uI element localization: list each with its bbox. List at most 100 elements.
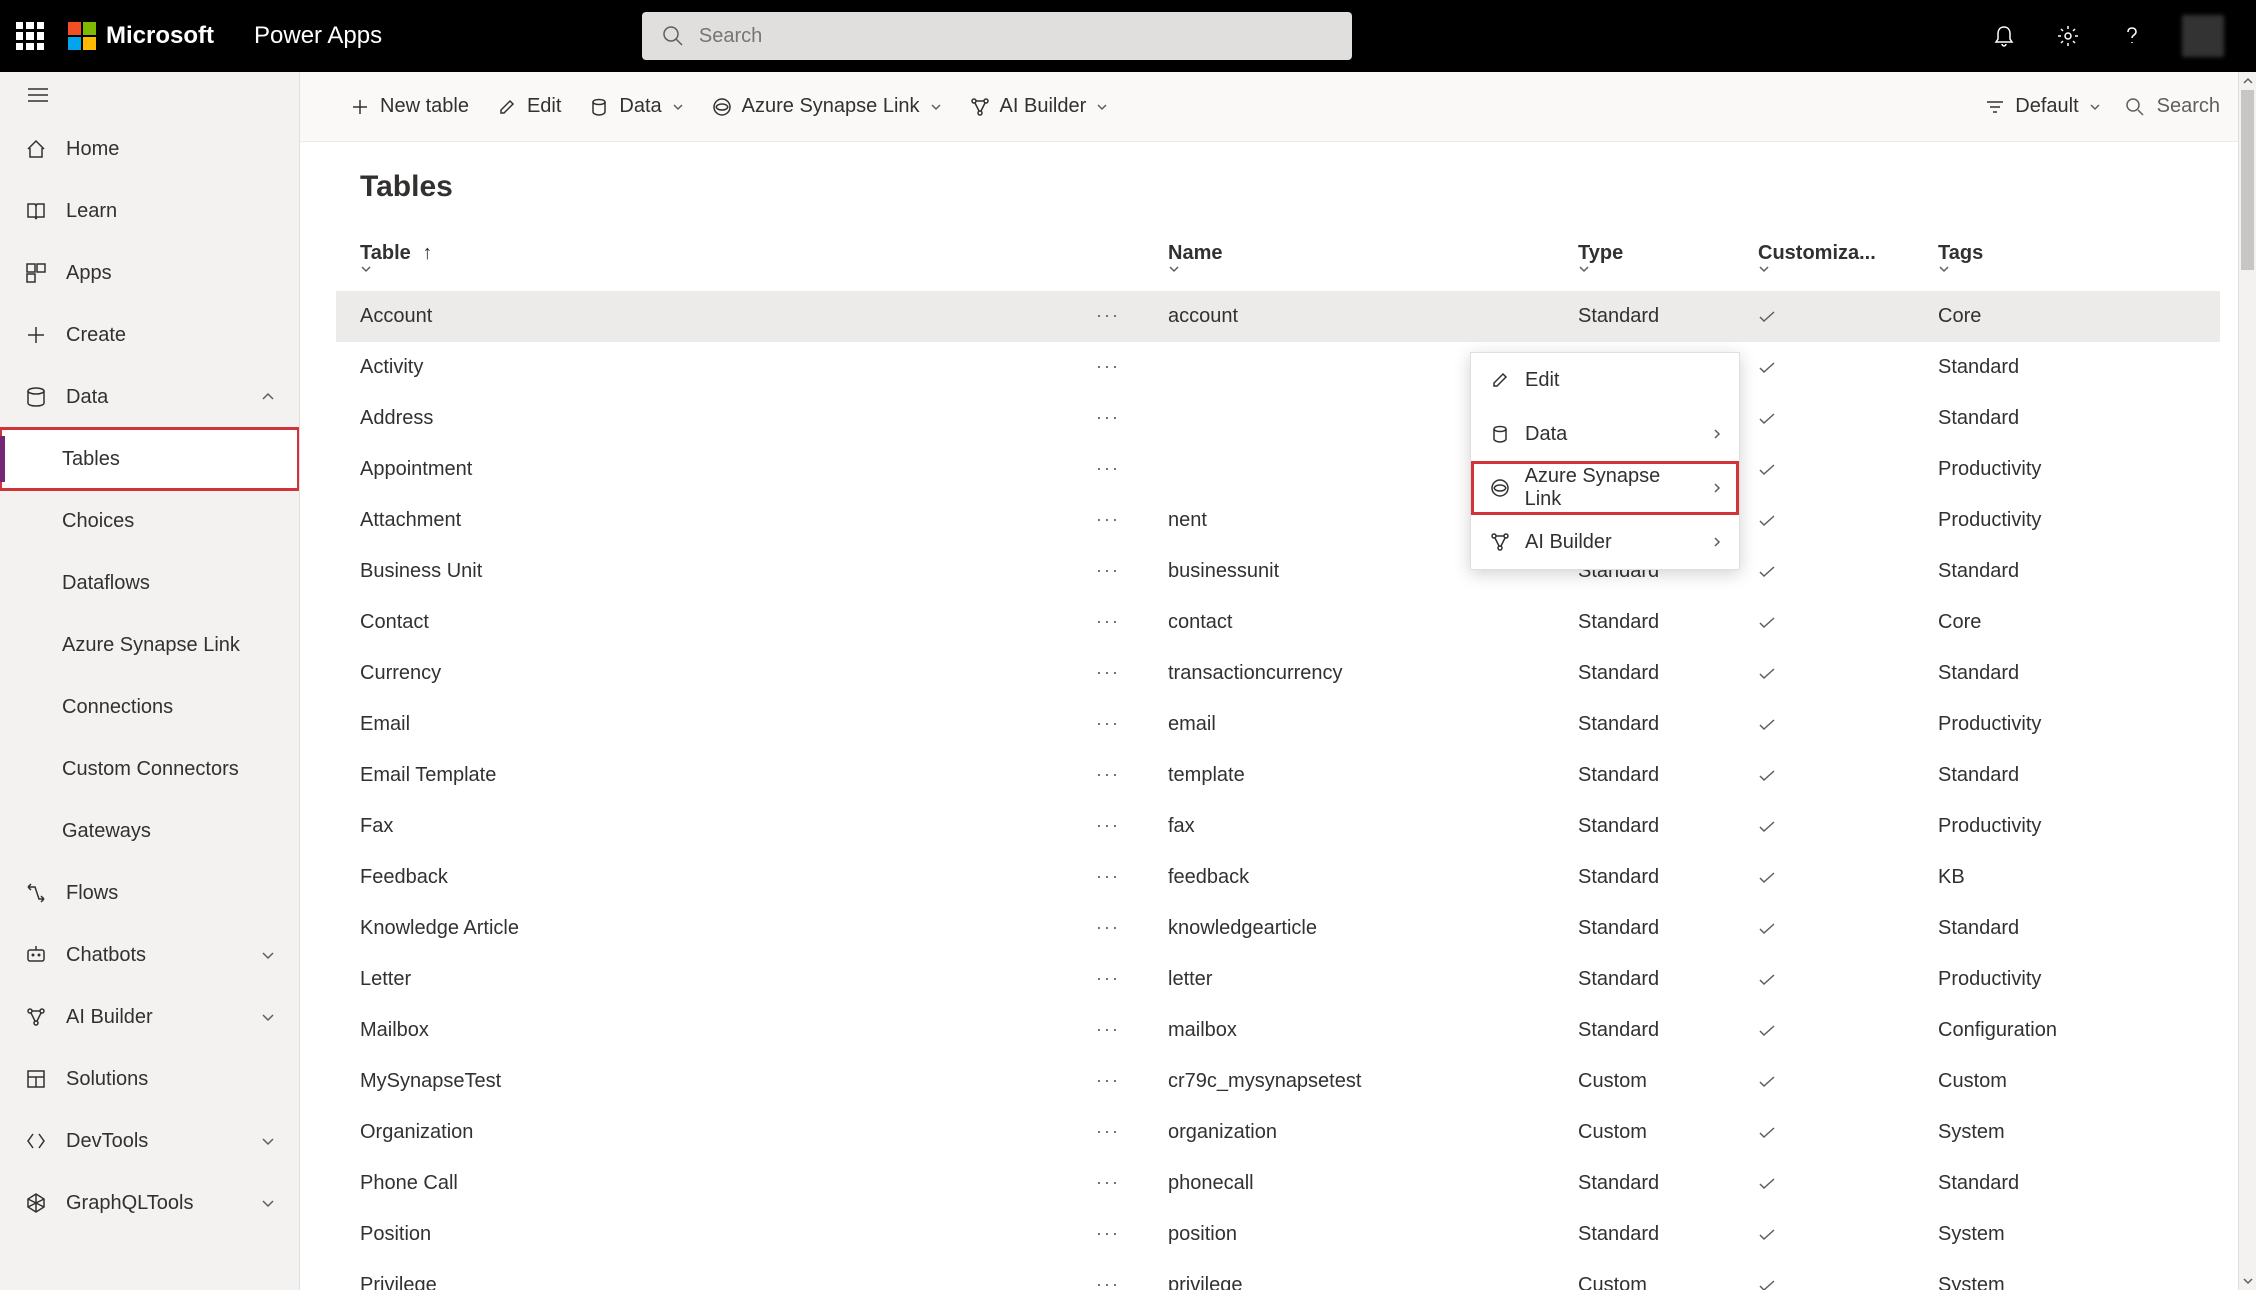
row-table-name[interactable]: Privilege [360, 1274, 437, 1290]
nav-devtools[interactable]: DevTools [0, 1110, 299, 1172]
row-more-actions[interactable]: ··· [1092, 407, 1124, 428]
row-table-name[interactable]: Fax [360, 815, 393, 837]
row-more-actions[interactable]: ··· [1092, 509, 1124, 530]
nav-solutions[interactable]: Solutions [0, 1048, 299, 1110]
context-synapse[interactable]: Azure Synapse Link [1471, 461, 1739, 515]
row-more-actions[interactable]: ··· [1092, 560, 1124, 581]
nav-tables[interactable]: Tables [0, 428, 299, 490]
row-table-name[interactable]: Email Template [360, 764, 496, 786]
edit-button[interactable]: Edit [483, 87, 575, 126]
view-picker[interactable]: Default [1985, 95, 2100, 118]
global-search[interactable] [642, 12, 1352, 60]
help-button[interactable] [2118, 22, 2146, 50]
row-table-name[interactable]: Feedback [360, 866, 448, 888]
row-more-actions[interactable]: ··· [1092, 713, 1124, 734]
row-more-actions[interactable]: ··· [1092, 611, 1124, 632]
scroll-up-icon[interactable] [2239, 72, 2256, 90]
table-row[interactable]: Business Unit···businessunitStandardStan… [336, 546, 2220, 597]
nav-azure-synapse-link[interactable]: Azure Synapse Link [0, 614, 299, 676]
row-more-actions[interactable]: ··· [1092, 968, 1124, 989]
table-row[interactable]: Contact···contactStandardCore [336, 597, 2220, 648]
table-row[interactable]: Address···StandardStandard [336, 393, 2220, 444]
row-more-actions[interactable]: ··· [1092, 764, 1124, 785]
row-more-actions[interactable]: ··· [1092, 1070, 1124, 1091]
nav-collapse-button[interactable] [0, 72, 299, 118]
row-table-name[interactable]: Mailbox [360, 1019, 429, 1041]
notifications-button[interactable] [1990, 22, 2018, 50]
nav-data[interactable]: Data [0, 366, 299, 428]
column-header-customizable[interactable]: Customiza... [1746, 224, 1926, 291]
row-table-name[interactable]: Currency [360, 662, 441, 684]
table-row[interactable]: Attachment···nentStandardProductivity [336, 495, 2220, 546]
nav-create[interactable]: Create [0, 304, 299, 366]
column-header-tags[interactable]: Tags [1926, 224, 2220, 291]
row-more-actions[interactable]: ··· [1092, 1223, 1124, 1244]
nav-flows[interactable]: Flows [0, 862, 299, 924]
settings-button[interactable] [2054, 22, 2082, 50]
row-more-actions[interactable]: ··· [1092, 662, 1124, 683]
app-launcher-icon[interactable] [16, 22, 44, 50]
column-header-type[interactable]: Type [1566, 224, 1746, 291]
row-table-name[interactable]: Email [360, 713, 410, 735]
nav-choices[interactable]: Choices [0, 490, 299, 552]
context-ai-builder[interactable]: AI Builder [1471, 515, 1739, 569]
row-table-name[interactable]: Phone Call [360, 1172, 458, 1194]
table-row[interactable]: Email···emailStandardProductivity [336, 699, 2220, 750]
nav-gateways[interactable]: Gateways [0, 800, 299, 862]
context-data[interactable]: Data [1471, 407, 1739, 461]
row-more-actions[interactable]: ··· [1092, 866, 1124, 887]
table-row[interactable]: Appointment···StandardProductivity [336, 444, 2220, 495]
new-table-button[interactable]: New table [336, 87, 483, 126]
row-more-actions[interactable]: ··· [1092, 1019, 1124, 1040]
row-table-name[interactable]: MySynapseTest [360, 1070, 501, 1092]
row-table-name[interactable]: Organization [360, 1121, 473, 1143]
row-table-name[interactable]: Appointment [360, 458, 472, 480]
table-row[interactable]: Organization···organizationCustomSystem [336, 1107, 2220, 1158]
row-table-name[interactable]: Knowledge Article [360, 917, 519, 939]
column-header-name[interactable]: Name [1156, 224, 1566, 291]
nav-graphqltools[interactable]: GraphQLTools [0, 1172, 299, 1234]
row-table-name[interactable]: Account [360, 305, 432, 327]
ai-builder-button[interactable]: AI Builder [956, 87, 1123, 126]
row-table-name[interactable]: Address [360, 407, 433, 429]
row-more-actions[interactable]: ··· [1092, 815, 1124, 836]
vertical-scrollbar[interactable] [2238, 72, 2256, 1290]
table-row[interactable]: Knowledge Article···knowledgearticleStan… [336, 903, 2220, 954]
user-avatar[interactable] [2182, 15, 2224, 57]
table-row[interactable]: Currency···transactioncurrencyStandardSt… [336, 648, 2220, 699]
table-row[interactable]: Feedback···feedbackStandardKB [336, 852, 2220, 903]
column-header-table[interactable]: Table ↑ [336, 224, 1156, 291]
row-more-actions[interactable]: ··· [1092, 1172, 1124, 1193]
nav-connections[interactable]: Connections [0, 676, 299, 738]
table-row[interactable]: Account···accountStandardCore [336, 291, 2220, 342]
nav-learn[interactable]: Learn [0, 180, 299, 242]
table-row[interactable]: Letter···letterStandardProductivity [336, 954, 2220, 1005]
row-more-actions[interactable]: ··· [1092, 458, 1124, 479]
row-more-actions[interactable]: ··· [1092, 305, 1124, 326]
global-search-input[interactable] [699, 25, 1332, 48]
table-row[interactable]: Position···positionStandardSystem [336, 1209, 2220, 1260]
table-row[interactable]: Email Template···templateStandardStandar… [336, 750, 2220, 801]
nav-home[interactable]: Home [0, 118, 299, 180]
context-edit[interactable]: Edit [1471, 353, 1739, 407]
table-row[interactable]: Privilege···privilegeCustomSystem [336, 1260, 2220, 1290]
scroll-down-icon[interactable] [2239, 1272, 2256, 1290]
row-table-name[interactable]: Business Unit [360, 560, 482, 582]
row-more-actions[interactable]: ··· [1092, 356, 1124, 377]
scroll-thumb[interactable] [2241, 90, 2254, 270]
row-table-name[interactable]: Position [360, 1223, 431, 1245]
nav-apps[interactable]: Apps [0, 242, 299, 304]
row-more-actions[interactable]: ··· [1092, 917, 1124, 938]
table-row[interactable]: Activity···CustomStandard [336, 342, 2220, 393]
table-row[interactable]: Phone Call···phonecallStandardStandard [336, 1158, 2220, 1209]
row-table-name[interactable]: Activity [360, 356, 423, 378]
row-more-actions[interactable]: ··· [1092, 1121, 1124, 1142]
nav-dataflows[interactable]: Dataflows [0, 552, 299, 614]
table-row[interactable]: Fax···faxStandardProductivity [336, 801, 2220, 852]
row-table-name[interactable]: Contact [360, 611, 429, 633]
row-table-name[interactable]: Letter [360, 968, 411, 990]
nav-chatbots[interactable]: Chatbots [0, 924, 299, 986]
table-row[interactable]: Mailbox···mailboxStandardConfiguration [336, 1005, 2220, 1056]
row-table-name[interactable]: Attachment [360, 509, 461, 531]
nav-custom-connectors[interactable]: Custom Connectors [0, 738, 299, 800]
